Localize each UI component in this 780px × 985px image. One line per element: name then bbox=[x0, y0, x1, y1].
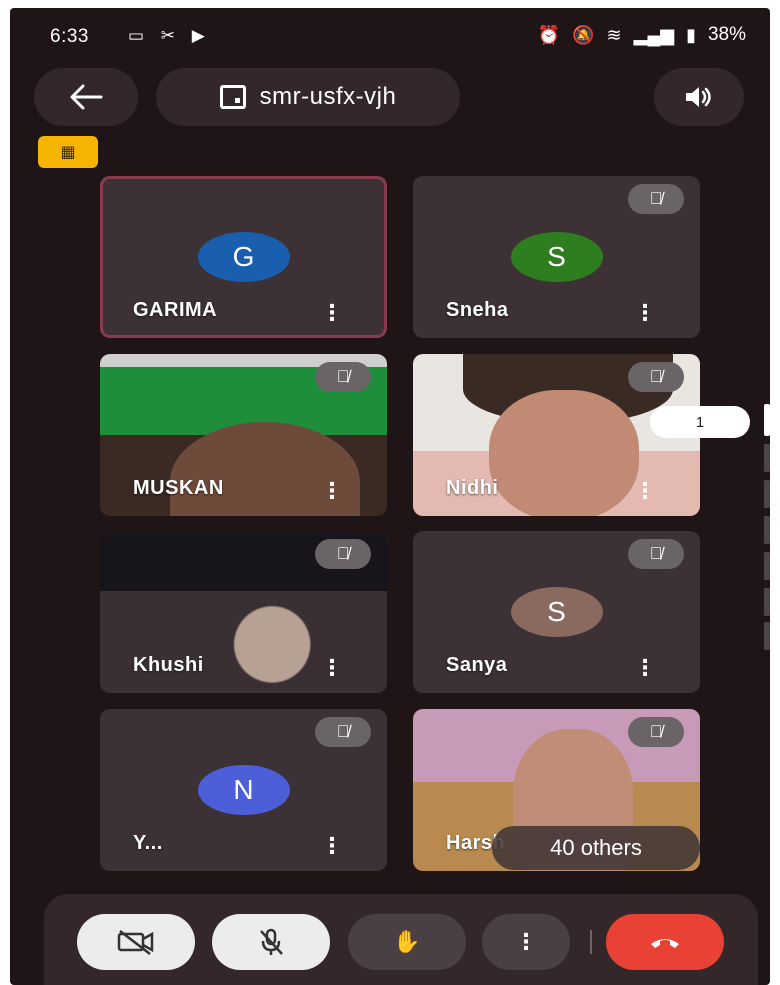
scroll-thumb[interactable] bbox=[764, 404, 770, 436]
mic-toggle-button[interactable] bbox=[212, 914, 330, 970]
call-controls-bar: ✋ ⋮ bbox=[44, 894, 758, 985]
participant-name: Sanya bbox=[446, 654, 508, 676]
status-bar: 6:33 ▭ ✂ ▶ ⏰ 🔕 ≋ ▂▄▆ ▮ 38% bbox=[10, 8, 770, 60]
mic-off-icon bbox=[260, 928, 283, 955]
system-icons: ⏰ 🔕 ≋ ▂▄▆ ▮ 38% bbox=[538, 24, 746, 46]
battery-icon: ▮ bbox=[686, 24, 696, 45]
battery-percent: 38% bbox=[707, 24, 746, 45]
participant-tile-y[interactable]: 🎙̸ N Y... ⋮ bbox=[100, 709, 387, 871]
mic-off-icon: 🎙̸ bbox=[628, 184, 684, 214]
mic-off-icon: 🎙̸ bbox=[628, 362, 684, 392]
participant-name: Khushi bbox=[133, 654, 204, 676]
scroll-segment bbox=[764, 552, 770, 580]
camera-toggle-button[interactable] bbox=[77, 914, 195, 970]
mic-off-icon: 🎙̸ bbox=[628, 717, 684, 747]
meeting-info-button[interactable]: smr-usfx-vjh bbox=[156, 68, 460, 126]
others-count-button[interactable]: 40 others bbox=[492, 826, 700, 870]
scroll-segment bbox=[764, 588, 770, 616]
more-options-icon[interactable]: ⋮ bbox=[634, 657, 656, 679]
tile-scrollbar[interactable] bbox=[764, 404, 770, 650]
more-vert-icon: ⋮ bbox=[515, 929, 537, 954]
page-indicator: 1 bbox=[650, 406, 750, 438]
scroll-segment bbox=[764, 516, 770, 544]
participant-tile-sneha[interactable]: 🎙̸ S Sneha ⋮ bbox=[413, 176, 700, 338]
more-options-icon[interactable]: ⋮ bbox=[321, 302, 343, 324]
participant-tile-muskan[interactable]: 🎙̸ MUSKAN ⋮ bbox=[100, 354, 387, 516]
more-options-icon[interactable]: ⋮ bbox=[634, 480, 656, 502]
participant-tile-sanya[interactable]: 🎙̸ S Sanya ⋮ bbox=[413, 531, 700, 693]
participant-tile-khushi[interactable]: 🎙̸ Khushi ⋮ bbox=[100, 531, 387, 693]
meet-call-screen: 6:33 ▭ ✂ ▶ ⏰ 🔕 ≋ ▂▄▆ ▮ 38% smr-usfx-vjh … bbox=[10, 8, 770, 985]
scroll-segment bbox=[764, 480, 770, 508]
scroll-segment bbox=[764, 444, 770, 472]
status-time: 6:33 bbox=[50, 26, 89, 47]
wifi-icon: ≋ bbox=[606, 24, 622, 45]
meeting-code: smr-usfx-vjh bbox=[259, 83, 397, 110]
avatar: N bbox=[197, 765, 290, 815]
arrow-left-icon bbox=[70, 84, 103, 110]
end-call-button[interactable] bbox=[606, 914, 724, 970]
more-options-icon[interactable]: ⋮ bbox=[321, 657, 343, 679]
participant-tile-garima[interactable]: G GARIMA ⋮ bbox=[100, 176, 387, 338]
signal-icon: ▂▄▆ bbox=[633, 24, 675, 45]
scroll-segment bbox=[764, 622, 770, 650]
mic-off-icon: 🎙̸ bbox=[315, 362, 371, 392]
more-options-icon[interactable]: ⋮ bbox=[634, 302, 656, 324]
avatar: G bbox=[197, 232, 290, 282]
mic-off-icon: 🎙̸ bbox=[315, 717, 371, 747]
camera-off-indicator-icon: ▦ bbox=[38, 136, 98, 168]
participant-name: GARIMA bbox=[133, 299, 218, 321]
mic-off-icon: 🎙̸ bbox=[628, 539, 684, 569]
notification-icons: ▭ ✂ ▶ bbox=[128, 26, 211, 45]
divider bbox=[590, 930, 592, 954]
phone-hangup-icon bbox=[651, 939, 679, 948]
more-options-button[interactable]: ⋮ bbox=[482, 914, 570, 970]
silent-icon: 🔕 bbox=[572, 24, 595, 45]
more-options-icon[interactable]: ⋮ bbox=[321, 835, 343, 857]
back-button[interactable] bbox=[34, 68, 138, 126]
avatar: S bbox=[510, 232, 603, 282]
alarm-icon: ⏰ bbox=[537, 24, 561, 45]
participant-name: MUSKAN bbox=[133, 477, 224, 499]
participant-name: Nidhi bbox=[446, 477, 499, 499]
participant-name: Y... bbox=[133, 832, 163, 854]
raise-hand-button[interactable]: ✋ bbox=[348, 914, 466, 970]
avatar: S bbox=[510, 587, 603, 637]
participant-name: Sneha bbox=[446, 299, 509, 321]
speaker-icon bbox=[686, 87, 711, 107]
calendar-icon bbox=[219, 85, 246, 109]
mic-off-icon: 🎙̸ bbox=[315, 539, 371, 569]
video-off-icon bbox=[117, 930, 154, 955]
audio-output-button[interactable] bbox=[654, 68, 744, 126]
more-options-icon[interactable]: ⋮ bbox=[321, 480, 343, 502]
hand-icon: ✋ bbox=[393, 929, 421, 954]
